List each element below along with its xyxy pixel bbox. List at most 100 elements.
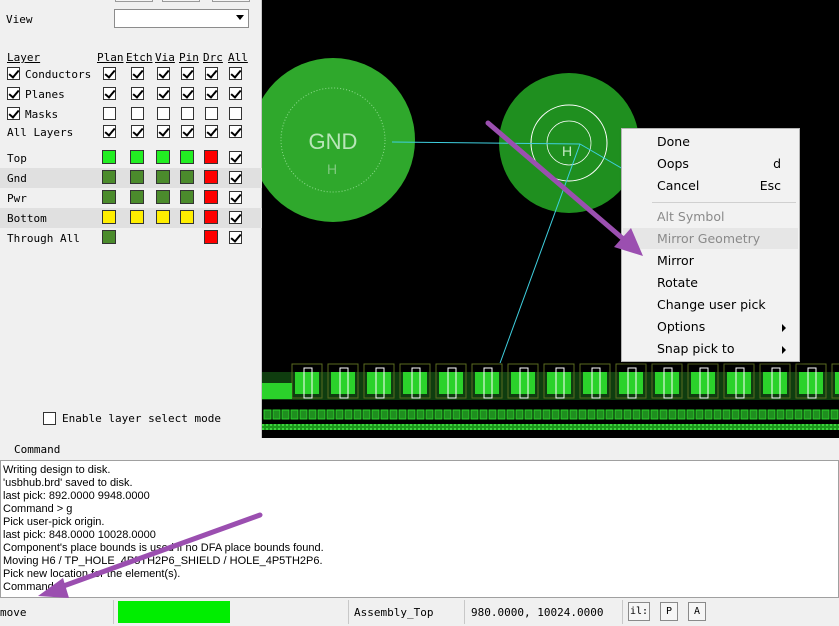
visibility-checkbox-plan[interactable] [103, 87, 116, 100]
menu-item-label: Oops [657, 156, 689, 171]
menu-item-label: Options [657, 319, 706, 334]
enable-layer-select-checkbox[interactable] [43, 412, 56, 425]
visibility-checkbox-drc[interactable] [205, 107, 218, 120]
layer-color-swatch[interactable] [102, 190, 116, 204]
menu-item-done[interactable]: Done [623, 131, 798, 152]
visibility-checkbox-all[interactable] [229, 211, 242, 224]
layer-color-swatch[interactable] [204, 230, 218, 244]
menu-item-oops[interactable]: Oops d [623, 153, 798, 174]
command-log-line: Moving H6 / TP_HOLE_4P5TH2P6_SHIELD / HO… [3, 555, 323, 567]
visibility-checkbox-pin[interactable] [181, 67, 194, 80]
layer-color-swatch[interactable] [204, 210, 218, 224]
toolbar-button-stub[interactable] [162, 0, 200, 2]
visibility-checkbox-drc[interactable] [205, 87, 218, 100]
layer-color-swatch[interactable] [204, 150, 218, 164]
visibility-checkbox-pin[interactable] [181, 125, 194, 138]
visibility-checkbox-all[interactable] [229, 151, 242, 164]
column-header-plan[interactable]: Plan [97, 51, 124, 64]
menu-item-cancel[interactable]: Cancel Esc [623, 175, 798, 196]
layer-color-swatch[interactable] [130, 170, 144, 184]
layer-color-swatch[interactable] [102, 210, 116, 224]
command-log-line: Component's place bounds is used if no D… [3, 542, 324, 554]
small-pad [272, 409, 281, 420]
layer-group-checkbox[interactable] [7, 107, 20, 120]
layer-color-swatch[interactable] [156, 190, 170, 204]
small-pad [407, 409, 416, 420]
column-header-pin[interactable]: Pin [179, 51, 199, 64]
visibility-checkbox-etch[interactable] [131, 87, 144, 100]
visibility-checkbox-drc[interactable] [205, 125, 218, 138]
component-pad [691, 372, 715, 394]
layer-group-checkbox[interactable] [7, 67, 20, 80]
layer-color-swatch[interactable] [180, 170, 194, 184]
small-pad [290, 409, 299, 420]
toolbar-button-stub[interactable] [212, 0, 250, 2]
layer-color-swatch[interactable] [102, 230, 116, 244]
visibility-checkbox-all[interactable] [229, 67, 242, 80]
visibility-checkbox-via[interactable] [157, 87, 170, 100]
column-header-etch[interactable]: Etch [126, 51, 153, 64]
visibility-checkbox-drc[interactable] [205, 67, 218, 80]
layer-color-swatch[interactable] [130, 150, 144, 164]
visibility-checkbox-etch[interactable] [131, 67, 144, 80]
visibility-checkbox-all[interactable] [229, 231, 242, 244]
command-log[interactable]: Writing design to disk.'usbhub.brd' save… [0, 460, 839, 598]
layer-color-swatch[interactable] [130, 190, 144, 204]
layer-color-swatch[interactable] [130, 210, 144, 224]
component-pad [835, 372, 839, 394]
layer-color-swatch[interactable] [204, 170, 218, 184]
small-pad [605, 409, 614, 420]
visibility-checkbox-all[interactable] [229, 87, 242, 100]
toolbar-button-stub[interactable] [115, 0, 153, 2]
visibility-checkbox-all[interactable] [229, 171, 242, 184]
layer-color-swatch[interactable] [156, 210, 170, 224]
command-log-line: Pick user-pick origin. [3, 516, 105, 528]
menu-item-label: Mirror [657, 253, 694, 268]
layer-color-swatch[interactable] [204, 190, 218, 204]
column-header-all[interactable]: All [228, 51, 248, 64]
small-pad [767, 409, 776, 420]
menu-item-change-user-pick[interactable]: Change user pick [623, 294, 798, 315]
visibility-checkbox-etch[interactable] [131, 107, 144, 120]
small-pad [533, 409, 542, 420]
layer-color-swatch[interactable] [102, 150, 116, 164]
visibility-checkbox-pin[interactable] [181, 107, 194, 120]
visibility-checkbox-pin[interactable] [181, 87, 194, 100]
layer-color-swatch[interactable] [156, 150, 170, 164]
column-header-via[interactable]: Via [155, 51, 175, 64]
visibility-checkbox-etch[interactable] [131, 125, 144, 138]
small-pad [614, 409, 623, 420]
visibility-checkbox-via[interactable] [157, 107, 170, 120]
menu-item-options[interactable]: Options [623, 316, 798, 337]
visibility-checkbox-via[interactable] [157, 67, 170, 80]
column-header-drc[interactable]: Drc [203, 51, 223, 64]
layer-label: Top [7, 152, 27, 165]
status-button-a[interactable]: A [688, 602, 706, 621]
layer-color-swatch[interactable] [156, 170, 170, 184]
visibility-checkbox-plan[interactable] [103, 107, 116, 120]
visibility-checkbox-all[interactable] [229, 125, 242, 138]
visibility-checkbox-plan[interactable] [103, 67, 116, 80]
layer-color-swatch[interactable] [102, 170, 116, 184]
menu-item-rotate[interactable]: Rotate [623, 272, 798, 293]
status-button-il[interactable]: il: [628, 602, 650, 621]
menu-item-snap-pick-to[interactable]: Snap pick to [623, 338, 798, 359]
visibility-checkbox-all[interactable] [229, 191, 242, 204]
layer-color-swatch[interactable] [180, 150, 194, 164]
menu-item-mirror-geometry[interactable]: Mirror Geometry [623, 228, 798, 249]
layer-visibility-panel: View Layer Enable layer select mode Plan… [0, 0, 262, 438]
visibility-checkbox-all[interactable] [229, 107, 242, 120]
small-pad [722, 409, 731, 420]
layer-group-checkbox[interactable] [7, 87, 20, 100]
layer-color-swatch[interactable] [180, 210, 194, 224]
menu-item-alt-symbol[interactable]: Alt Symbol [623, 206, 798, 227]
visibility-checkbox-via[interactable] [157, 125, 170, 138]
view-dropdown[interactable] [114, 9, 249, 28]
menu-item-mirror[interactable]: Mirror [623, 250, 798, 271]
layer-color-swatch[interactable] [180, 190, 194, 204]
status-active-layer[interactable]: Assembly_Top [354, 606, 433, 619]
command-log-line: 'usbhub.brd' saved to disk. [3, 477, 133, 489]
component-pad [439, 372, 463, 394]
status-button-p[interactable]: P [660, 602, 678, 621]
visibility-checkbox-plan[interactable] [103, 125, 116, 138]
